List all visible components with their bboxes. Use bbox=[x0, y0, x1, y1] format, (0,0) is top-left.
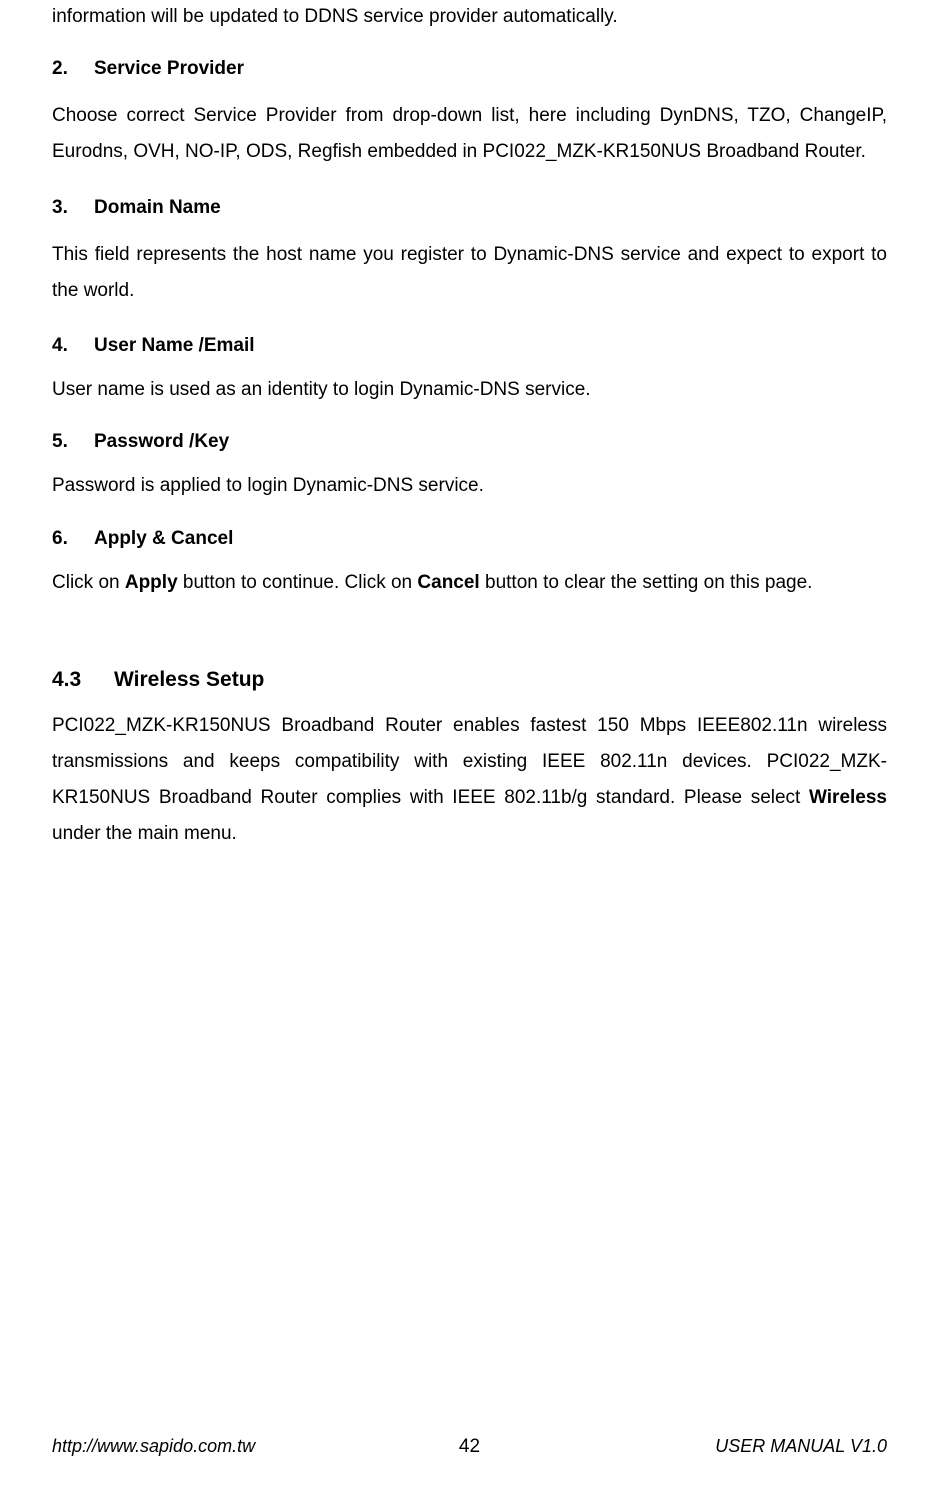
heading-number: 3. bbox=[52, 197, 94, 219]
heading-domain-name: 3. Domain Name bbox=[52, 197, 887, 219]
heading-title: Service Provider bbox=[94, 58, 244, 80]
heading-number: 5. bbox=[52, 431, 94, 453]
heading-service-provider: 2. Service Provider bbox=[52, 58, 887, 80]
text-segment: Click on bbox=[52, 572, 125, 593]
page-footer: http://www.sapido.com.tw 42 USER MANUAL … bbox=[52, 1436, 887, 1458]
heading-number: 6. bbox=[52, 528, 94, 550]
chapter-wireless-setup: 4.3 Wireless Setup bbox=[52, 668, 887, 692]
text-segment: button to continue. Click on bbox=[178, 572, 418, 593]
text-segment: under the main menu. bbox=[52, 823, 237, 844]
chapter-title: Wireless Setup bbox=[114, 668, 264, 692]
bold-cancel: Cancel bbox=[417, 572, 479, 593]
footer-page-number: 42 bbox=[330, 1436, 608, 1458]
heading-password-key: 5. Password /Key bbox=[52, 431, 887, 453]
footer-manual-version: USER MANUAL V1.0 bbox=[609, 1436, 887, 1457]
bold-apply: Apply bbox=[125, 572, 178, 593]
intro-text: information will be updated to DDNS serv… bbox=[52, 2, 887, 32]
heading-title: Password /Key bbox=[94, 431, 229, 453]
body-apply-cancel: Click on Apply button to continue. Click… bbox=[52, 568, 887, 598]
document-content: information will be updated to DDNS serv… bbox=[52, 0, 887, 852]
heading-number: 4. bbox=[52, 335, 94, 357]
body-domain-name: This field represents the host name you … bbox=[52, 237, 887, 309]
heading-number: 2. bbox=[52, 58, 94, 80]
bold-wireless: Wireless bbox=[809, 787, 887, 808]
footer-url: http://www.sapido.com.tw bbox=[52, 1436, 330, 1457]
heading-title: Domain Name bbox=[94, 197, 221, 219]
body-service-provider: Choose correct Service Provider from dro… bbox=[52, 98, 887, 170]
text-segment: PCI022_MZK-KR150NUS Broadband Router ena… bbox=[52, 715, 887, 808]
heading-username-email: 4. User Name /Email bbox=[52, 335, 887, 357]
heading-title: User Name /Email bbox=[94, 335, 255, 357]
heading-apply-cancel: 6. Apply & Cancel bbox=[52, 528, 887, 550]
text-segment: button to clear the setting on this page… bbox=[480, 572, 813, 593]
chapter-number: 4.3 bbox=[52, 668, 114, 692]
heading-title: Apply & Cancel bbox=[94, 528, 233, 550]
body-wireless-setup: PCI022_MZK-KR150NUS Broadband Router ena… bbox=[52, 708, 887, 852]
body-username-email: User name is used as an identity to logi… bbox=[52, 375, 887, 405]
body-password-key: Password is applied to login Dynamic-DNS… bbox=[52, 471, 887, 501]
